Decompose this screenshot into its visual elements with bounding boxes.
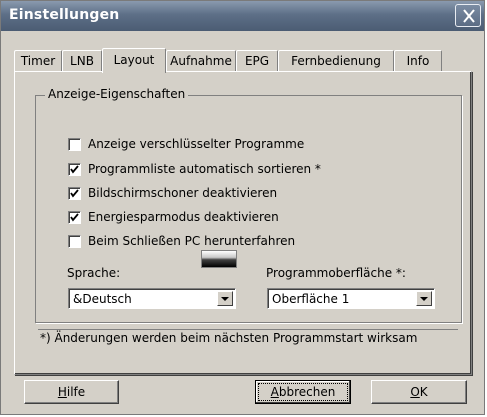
help-button[interactable]: Hilfe [24, 380, 119, 404]
checkbox-disable-screensaver[interactable]: Bildschirmschoner deaktivieren [68, 185, 277, 201]
dropdown-button[interactable] [217, 291, 233, 306]
tab-info[interactable]: Info [394, 50, 442, 71]
cancel-button[interactable]: Abbrechen [255, 380, 351, 404]
close-icon [463, 9, 475, 23]
tab-layout[interactable]: Layout [102, 48, 166, 73]
checkbox-disable-powersave[interactable]: Energiesparmodus deaktivieren [68, 209, 279, 225]
checkbox-label: Anzeige verschlüsselter Programme [88, 137, 305, 151]
ok-mnemonic: O [410, 385, 420, 399]
tab-lnb[interactable]: LNB [62, 50, 102, 71]
dropdown-button[interactable] [416, 291, 432, 306]
checkmark-icon [70, 188, 79, 198]
language-select[interactable]: &Deutsch [68, 288, 236, 309]
checkmark-icon [70, 212, 79, 222]
cancel-mnemonic: A [270, 385, 279, 399]
settings-dialog: Einstellungen Timer LNB Layout Aufnahme … [0, 0, 485, 415]
color-swatch [201, 250, 237, 268]
window-title: Einstellungen [9, 7, 120, 23]
checkbox-label: Energiesparmodus deaktivieren [88, 210, 279, 224]
ui-label: Programmoberfläche *: [266, 266, 406, 280]
group-label: Anzeige-Eigenschaften [45, 87, 189, 101]
checkbox-box[interactable] [68, 162, 81, 176]
tab-timer[interactable]: Timer [14, 50, 62, 71]
ok-button[interactable]: OK [371, 380, 467, 404]
help-label: ilfe [66, 385, 86, 399]
cancel-label: bbrechen [278, 385, 336, 399]
ok-label: K [419, 385, 428, 399]
checkbox-box[interactable] [68, 210, 81, 224]
restart-note: *) Änderungen werden beim nächsten Progr… [38, 329, 458, 345]
chevron-down-icon [221, 297, 229, 301]
chevron-down-icon [420, 297, 428, 301]
ui-select[interactable]: Oberfläche 1 [267, 288, 435, 309]
title-bar[interactable]: Einstellungen [1, 1, 484, 31]
checkbox-box[interactable] [68, 234, 81, 248]
checkbox-box[interactable] [68, 137, 81, 151]
tab-fernbedienung[interactable]: Fernbedienung [278, 50, 394, 71]
tab-aufnahme[interactable]: Aufnahme [166, 50, 236, 71]
checkmark-icon [70, 164, 79, 174]
language-label: Sprache: [67, 266, 121, 280]
checkbox-box[interactable] [68, 186, 81, 200]
language-select-value: &Deutsch [73, 292, 132, 306]
checkbox-shutdown-pc[interactable]: Beim Schließen PC herunterfahren [68, 233, 295, 249]
checkbox-label: Beim Schließen PC herunterfahren [88, 234, 296, 248]
ui-select-value: Oberfläche 1 [272, 292, 350, 306]
checkbox-auto-sort[interactable]: Programmliste automatisch sortieren * [68, 161, 321, 177]
close-button[interactable] [455, 4, 481, 27]
checkbox-show-encrypted[interactable]: Anzeige verschlüsselter Programme [68, 136, 304, 152]
checkbox-label: Programmliste automatisch sortieren * [88, 162, 321, 176]
help-mnemonic: H [57, 385, 67, 399]
checkbox-label: Bildschirmschoner deaktivieren [88, 186, 278, 200]
tab-epg[interactable]: EPG [236, 50, 278, 71]
